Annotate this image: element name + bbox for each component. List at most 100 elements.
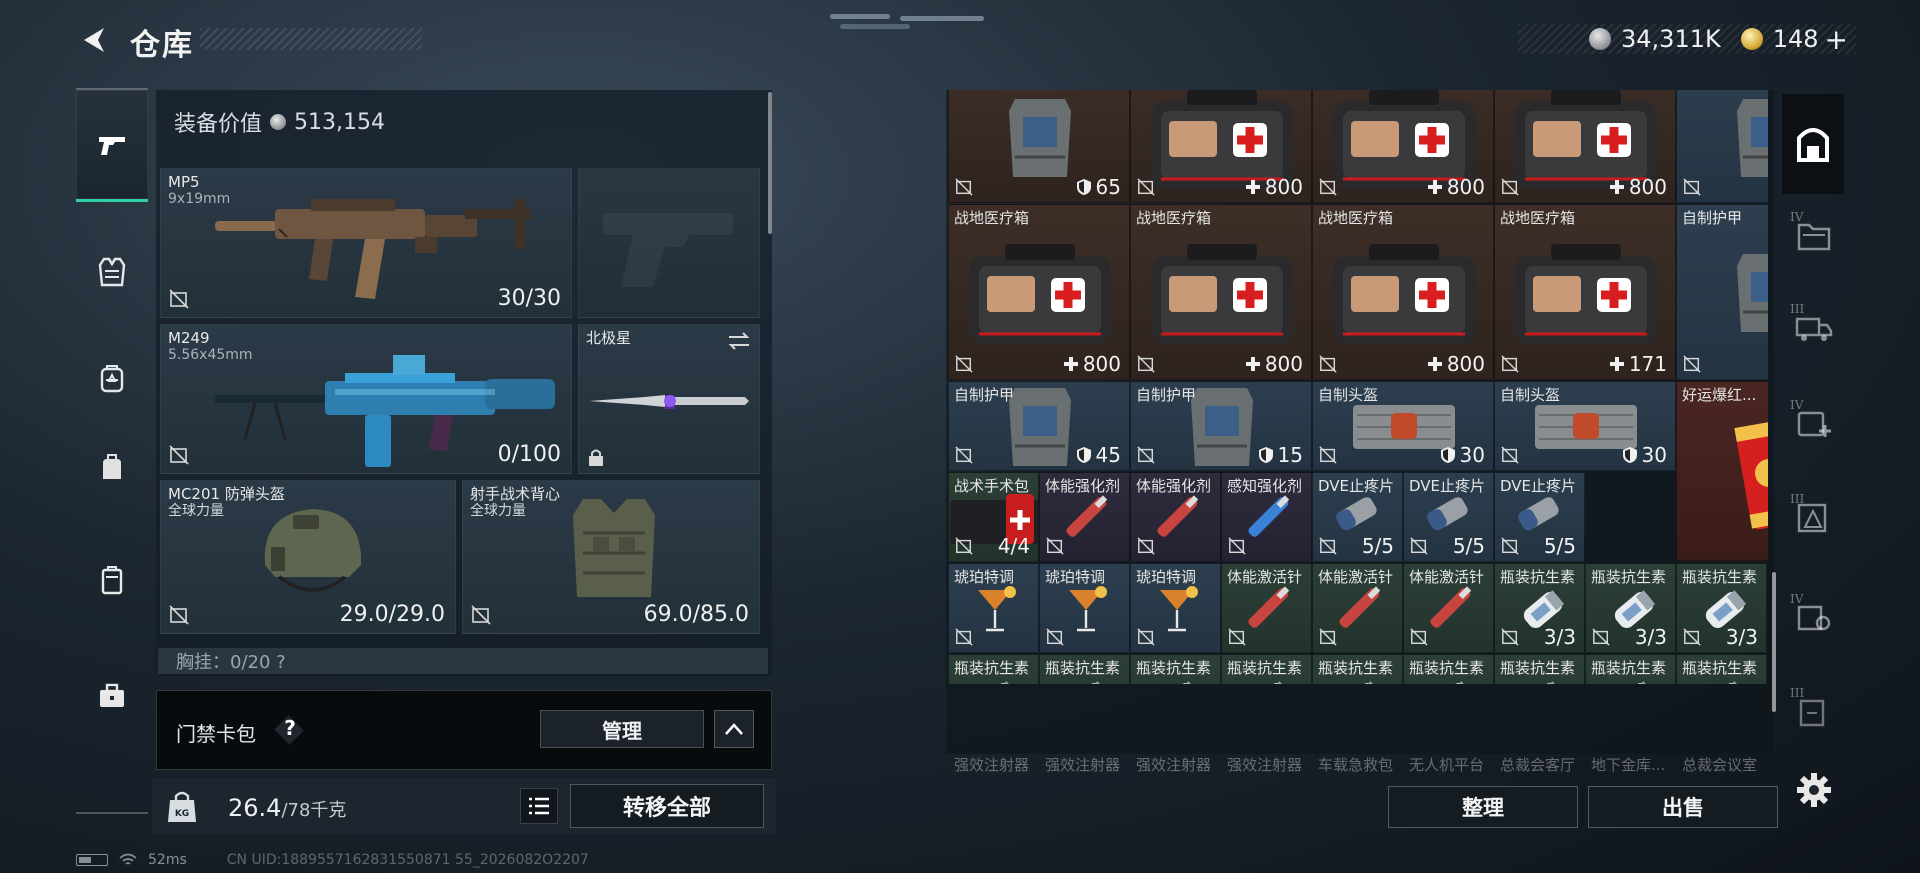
inventory-item[interactable]: 自制护甲 45 bbox=[948, 381, 1130, 471]
inventory-item[interactable]: 自制头盔 30 bbox=[1312, 381, 1494, 471]
filter-folder[interactable]: IV bbox=[1782, 198, 1844, 272]
helmet-maker: 全球力量 bbox=[168, 503, 224, 519]
inventory-item[interactable]: DVE止疼片 5/5 bbox=[1494, 472, 1585, 562]
chest-rig-row[interactable]: 胸挂：0/20 ? bbox=[158, 648, 768, 674]
inventory-item[interactable]: 战地医疗箱 171 bbox=[1494, 204, 1676, 380]
manage-button[interactable]: 管理 bbox=[540, 710, 704, 748]
silver-coin-icon bbox=[270, 114, 287, 130]
inventory-item[interactable]: DVE止疼片 5/5 bbox=[1312, 472, 1403, 562]
filter-flask[interactable]: III bbox=[1782, 674, 1844, 748]
armor-image bbox=[1191, 388, 1253, 466]
inventory-item[interactable]: 瓶装抗生素3/3 bbox=[1039, 654, 1130, 684]
inventory-item[interactable]: 自制头盔 30 bbox=[1494, 381, 1676, 471]
inventory-item[interactable]: 琥珀特调 bbox=[948, 563, 1039, 653]
sidebar-item-vest[interactable] bbox=[76, 232, 148, 312]
sidebar-item-backpack[interactable] bbox=[76, 338, 148, 418]
inventory-item[interactable]: 瓶装抗生素3/3 bbox=[1130, 654, 1221, 684]
medkit-image bbox=[969, 244, 1111, 344]
no-insure-icon bbox=[1228, 537, 1246, 555]
no-insure-icon bbox=[1319, 537, 1337, 555]
inventory-item[interactable]: 800 bbox=[1312, 90, 1494, 203]
item-value-text: 5/5 bbox=[1361, 534, 1394, 558]
inventory-scrollbar[interactable] bbox=[1772, 572, 1776, 712]
collapse-button[interactable] bbox=[714, 710, 754, 748]
inventory-item[interactable]: 体能激活针 bbox=[1312, 563, 1403, 653]
inventory-item[interactable]: 琥珀特调 bbox=[1130, 563, 1221, 653]
filter-truck[interactable]: III bbox=[1782, 290, 1844, 364]
helmet-slot[interactable]: MC201 防弹头盔 全球力量 29.0/29.0 bbox=[160, 480, 456, 634]
inventory-item[interactable]: 瓶装抗生素1/3 bbox=[1585, 654, 1676, 684]
filter-medical[interactable]: IV bbox=[1782, 386, 1844, 460]
settings-gear-icon[interactable] bbox=[1794, 770, 1834, 810]
inventory-item[interactable]: 体能强化剂 bbox=[1130, 472, 1221, 562]
inventory-item[interactable]: 瓶装抗生素3/3 bbox=[1494, 563, 1585, 653]
weapon-name: M249 bbox=[168, 329, 210, 347]
inventory-item[interactable]: 瓶装抗生素3/3 bbox=[1676, 563, 1767, 653]
item-value-text: 5/5 bbox=[1452, 534, 1485, 558]
ping-value: 52ms bbox=[148, 852, 187, 868]
inventory-item[interactable]: 瓶装抗生素3/3 bbox=[948, 654, 1039, 684]
item-value-text: 30 bbox=[1459, 443, 1485, 467]
primary-weapon-slot[interactable]: MP5 9x19mm 30/30 bbox=[160, 168, 572, 318]
melee-slot[interactable]: 北极星 bbox=[578, 324, 760, 474]
inventory-item[interactable]: 瓶装抗生素2/3 bbox=[1494, 654, 1585, 684]
inventory-item[interactable]: 战地医疗箱 800 bbox=[948, 204, 1130, 380]
inventory-item[interactable]: 瓶装抗生素2/3 bbox=[1221, 654, 1312, 684]
peek-item-name: 强效注射器 bbox=[954, 756, 1030, 774]
sidebar-item-case[interactable] bbox=[76, 540, 148, 620]
secondary-weapon-slot[interactable]: M249 5.56x45mm 0/100 bbox=[160, 324, 572, 474]
filter-hazard[interactable]: III bbox=[1782, 480, 1844, 554]
ammo-count: 0/100 bbox=[497, 442, 561, 467]
inventory-item[interactable]: 战术手术包 4/4 bbox=[948, 472, 1039, 562]
inventory-item[interactable]: 战地医疗箱 800 bbox=[1130, 204, 1312, 380]
inventory-item[interactable]: 战地医疗箱 800 bbox=[1312, 204, 1494, 380]
help-icon[interactable]: ? bbox=[280, 716, 300, 740]
inventory-item[interactable]: 自制护甲46 bbox=[1676, 204, 1768, 380]
list-view-button[interactable] bbox=[520, 788, 558, 824]
inventory-item[interactable]: 好运爆红... bbox=[1676, 381, 1768, 561]
swap-icon[interactable] bbox=[727, 331, 751, 351]
item-value: 800 bbox=[1245, 175, 1303, 199]
rail-divider bbox=[76, 812, 148, 814]
inventory-item[interactable]: 瓶装抗生素1/3 bbox=[1676, 654, 1767, 684]
firecracker-image bbox=[1734, 419, 1768, 530]
medkit-image bbox=[1333, 244, 1475, 344]
sidearm-slot-empty[interactable] bbox=[578, 168, 760, 318]
sidebar-item-toolbox[interactable] bbox=[76, 656, 148, 736]
item-name: 瓶装抗生素 bbox=[1500, 659, 1576, 677]
filter-gear[interactable]: IV bbox=[1782, 580, 1844, 654]
item-value-text: 5/5 bbox=[1543, 534, 1576, 558]
item-name: 好运爆红... bbox=[1682, 386, 1757, 404]
peek-item-name: 强效注射器 bbox=[1045, 756, 1121, 774]
inventory-item[interactable]: 瓶装抗生素3/3 bbox=[1585, 563, 1676, 653]
inventory-item[interactable]: 体能激活针 bbox=[1403, 563, 1494, 653]
inventory-item[interactable]: 65 bbox=[948, 90, 1130, 203]
inventory-item[interactable]: DVE止疼片 5/5 bbox=[1403, 472, 1494, 562]
transfer-all-button[interactable]: 转移全部 bbox=[570, 784, 764, 828]
inventory-item[interactable]: 瓶装抗生素2/3 bbox=[1312, 654, 1403, 684]
inventory-item[interactable]: 800 bbox=[1130, 90, 1312, 203]
sidebar-item-bag[interactable] bbox=[76, 428, 148, 508]
inventory-item[interactable]: 琥珀特调 bbox=[1039, 563, 1130, 653]
sidebar-item-weapons[interactable] bbox=[76, 90, 148, 202]
no-insure-icon bbox=[1137, 446, 1155, 464]
filter-all[interactable] bbox=[1782, 94, 1844, 194]
armor-slot[interactable]: 射手战术背心 全球力量 69.0/85.0 bbox=[462, 480, 760, 634]
no-insure-icon bbox=[1319, 628, 1337, 646]
shield-icon bbox=[1440, 447, 1455, 463]
inventory-item[interactable]: 800 bbox=[1494, 90, 1676, 203]
peek-item-name: 车载急救包 bbox=[1318, 756, 1394, 774]
add-currency-button[interactable]: + bbox=[1825, 23, 1848, 56]
loadout-scrollbar[interactable] bbox=[768, 92, 772, 234]
inventory-item[interactable]: 瓶装抗生素2/3 bbox=[1403, 654, 1494, 684]
heal-plus-icon bbox=[1245, 180, 1260, 194]
sort-button[interactable]: 整理 bbox=[1388, 786, 1578, 828]
inventory-item[interactable]: 体能激活针 bbox=[1221, 563, 1312, 653]
inventory-item[interactable]: 体能强化剂 bbox=[1039, 472, 1130, 562]
back-arrow-icon[interactable] bbox=[76, 22, 112, 58]
sell-button[interactable]: 出售 bbox=[1588, 786, 1778, 828]
inventory-item[interactable]: 自制护甲 15 bbox=[1130, 381, 1312, 471]
inventory-item[interactable]: 46 bbox=[1676, 90, 1768, 203]
item-name: 自制头盔 bbox=[1318, 386, 1379, 404]
inventory-item[interactable]: 感知强化剂 bbox=[1221, 472, 1312, 562]
